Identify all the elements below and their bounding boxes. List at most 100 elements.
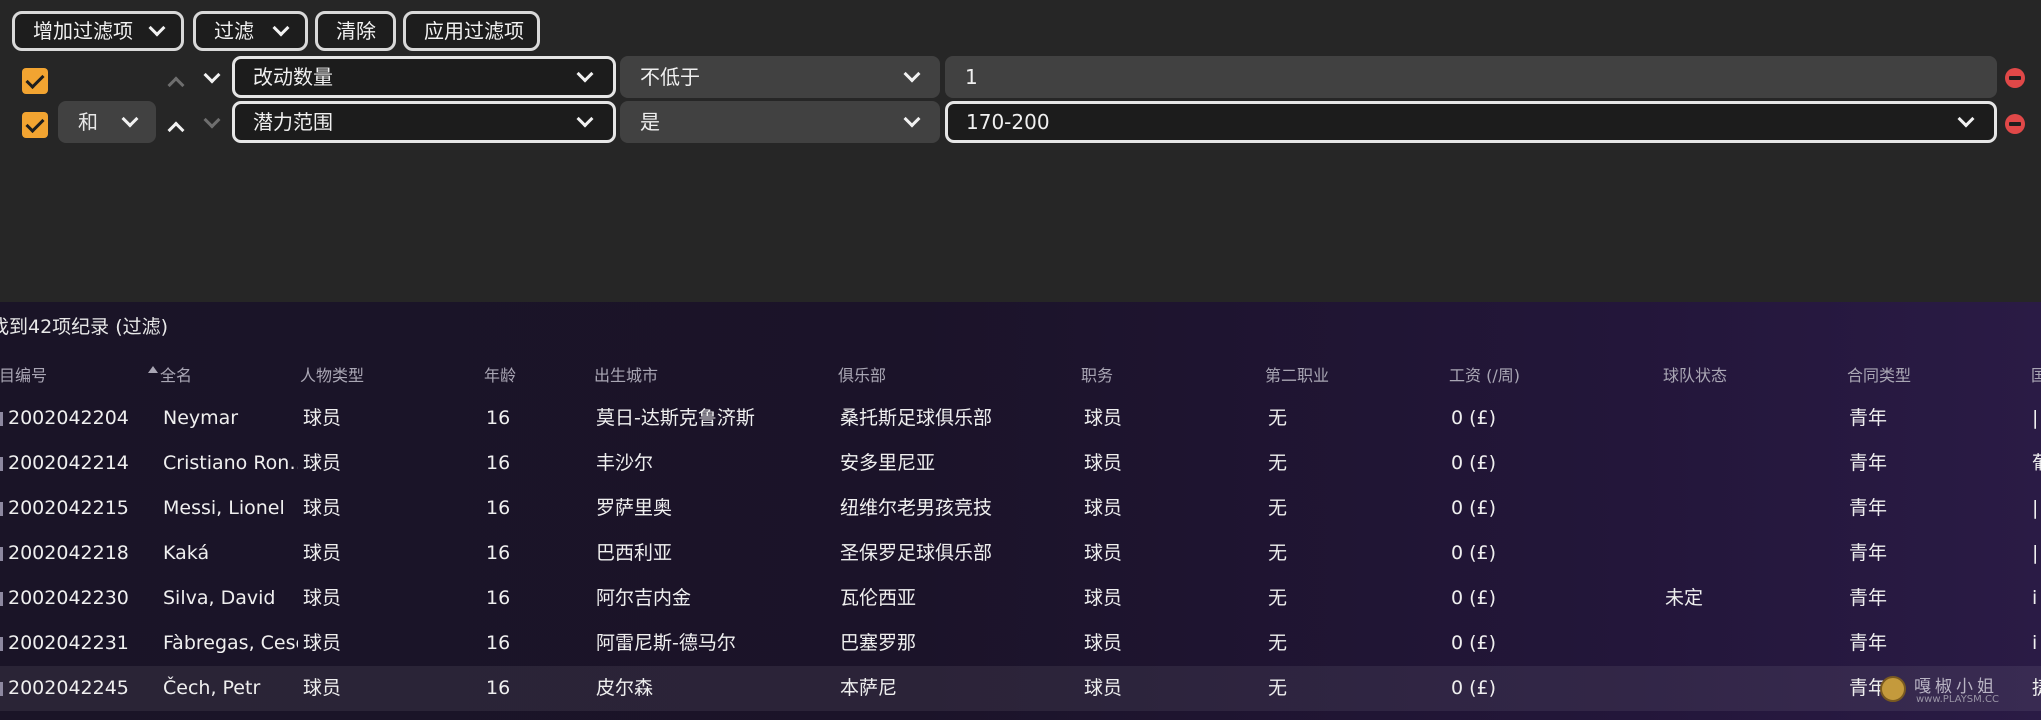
cell-name[interactable]: Fàbregas, Cesc (163, 621, 298, 666)
logic-operator-value: 和 (78, 110, 98, 134)
cell-club[interactable]: 圣保罗足球俱乐部 (840, 531, 992, 576)
cell-role: 球员 (1084, 452, 1123, 474)
cell-city: 莫日-达斯克鲁济斯 (596, 407, 755, 429)
filter-field-select[interactable]: 改动数量 (232, 56, 616, 98)
row-marker (0, 637, 3, 651)
column-header-name[interactable]: 全名 (160, 362, 192, 386)
cell-age: 16 (486, 677, 511, 699)
cell-type: 球员 (303, 632, 342, 654)
filter-mode-label: 过滤 (214, 19, 254, 43)
cell-nation: | (2032, 542, 2039, 564)
table-row[interactable]: 2002042215 Messi, Lionel 球员 16 罗萨里奥 纽维尔老… (0, 486, 2041, 531)
cell-club[interactable]: 巴塞罗那 (840, 621, 916, 666)
column-header-nation[interactable]: 国 (2031, 362, 2041, 386)
column-header-type[interactable]: 人物类型 (300, 362, 364, 386)
chevron-down-icon (903, 110, 921, 128)
filter-operator-select[interactable]: 是 (620, 101, 940, 143)
add-filter-button[interactable]: 增加过滤项 (12, 11, 184, 51)
cell-second: 无 (1268, 542, 1288, 564)
chevron-down-icon (203, 111, 221, 129)
cell-id: 2002042231 (8, 632, 129, 654)
cell-contract: 青年 (1849, 452, 1888, 474)
cell-nation: | (2032, 407, 2039, 429)
cell-club[interactable]: 本萨尼 (840, 666, 897, 711)
logic-operator-select[interactable]: 和 (58, 101, 156, 143)
table-row[interactable]: 2002042231 Fàbregas, Cesc 球员 16 阿雷尼斯-德马尔… (0, 621, 2041, 666)
cell-type: 球员 (303, 452, 342, 474)
column-header-contract[interactable]: 合同类型 (1847, 362, 1911, 386)
cell-name[interactable]: Messi, Lionel (163, 486, 298, 531)
cell-role: 球员 (1084, 497, 1123, 519)
add-filter-label: 增加过滤项 (33, 19, 133, 43)
chevron-down-icon (121, 110, 139, 128)
cell-wage: 0 (£) (1451, 407, 1497, 429)
remove-filter-button[interactable] (2005, 114, 2025, 134)
table-row[interactable]: 2002042214 Cristiano Ron… 球员 16 丰沙尔 安多里尼… (0, 441, 2041, 486)
cell-type: 球员 (303, 677, 342, 699)
cell-name[interactable]: Kaká (163, 531, 298, 576)
watermark: 嘎椒小姐 www.PLAYSM.CC (1880, 672, 2030, 712)
filter-value-input[interactable]: 1 (945, 56, 1997, 98)
cell-role: 球员 (1084, 587, 1123, 609)
column-header-id[interactable]: 目编号 (0, 362, 47, 386)
cell-city: 丰沙尔 (596, 452, 654, 474)
cell-id: 2002042230 (8, 587, 129, 609)
move-up-button[interactable] (164, 115, 188, 139)
cell-id: 2002042218 (8, 542, 129, 564)
cell-nation: | (2032, 497, 2039, 519)
filter-operator-select[interactable]: 不低于 (620, 56, 940, 98)
cell-second: 无 (1268, 407, 1288, 429)
column-header-role[interactable]: 职务 (1081, 362, 1113, 386)
move-down-button[interactable] (200, 66, 224, 90)
table-row-partial[interactable] (0, 711, 2041, 720)
chevron-down-icon (903, 65, 921, 83)
row-marker (0, 502, 3, 516)
cell-city: 罗萨里奥 (596, 497, 673, 519)
column-header-status[interactable]: 球队状态 (1663, 362, 1727, 386)
cell-role: 球员 (1084, 407, 1123, 429)
cell-club[interactable]: 桑托斯足球俱乐部 (840, 396, 992, 441)
apply-filter-button[interactable]: 应用过滤项 (403, 11, 540, 51)
cell-club[interactable]: 安多里尼亚 (840, 441, 935, 486)
column-header-club[interactable]: 俱乐部 (838, 362, 886, 386)
move-up-button[interactable] (164, 70, 188, 94)
cell-name[interactable]: Neymar (163, 396, 298, 441)
table-row-highlighted[interactable]: 2002042245 Čech, Petr 球员 16 皮尔森 本萨尼 球员 无… (0, 666, 2041, 711)
cell-age: 16 (486, 587, 511, 609)
chevron-down-icon (203, 66, 221, 84)
remove-filter-button[interactable] (2005, 68, 2025, 88)
filter-enabled-checkbox[interactable] (22, 112, 48, 138)
chevron-up-icon (167, 76, 185, 94)
watermark-logo-icon (1880, 676, 1906, 702)
cell-nation: 捷 (2032, 666, 2041, 711)
cell-second: 无 (1268, 497, 1288, 519)
results-panel: 找到42项纪录 (过滤) 目编号 全名 人物类型 年龄 出生城市 俱乐部 职务 … (0, 302, 2041, 720)
cell-status: 未定 (1665, 587, 1704, 609)
column-header-wage[interactable]: 工资 (/周) (1449, 362, 1520, 386)
cell-id: 2002042214 (8, 452, 129, 474)
cell-club[interactable]: 纽维尔老男孩竞技 (840, 486, 992, 531)
table-row[interactable]: 2002042218 Kaká 球员 16 巴西利亚 圣保罗足球俱乐部 球员 无… (0, 531, 2041, 576)
move-down-button[interactable] (200, 111, 224, 135)
row-marker (0, 592, 3, 606)
filter-enabled-checkbox[interactable] (22, 68, 48, 94)
cell-second: 无 (1268, 677, 1288, 699)
cell-name[interactable]: Cristiano Ron… (163, 441, 298, 486)
cell-wage: 0 (£) (1451, 542, 1497, 564)
table-row[interactable]: 2002042230 Silva, David 球员 16 阿尔吉内金 瓦伦西亚… (0, 576, 2041, 621)
cell-city: 巴西利亚 (596, 542, 673, 564)
cell-club[interactable]: 瓦伦西亚 (840, 576, 916, 621)
filter-value-select[interactable]: 170-200 (945, 101, 1997, 143)
column-header-city[interactable]: 出生城市 (594, 362, 658, 386)
filter-mode-button[interactable]: 过滤 (193, 11, 308, 51)
filter-field-select[interactable]: 潜力范围 (232, 101, 616, 143)
table-row[interactable]: 2002042204 Neymar 球员 16 莫日-达斯克鲁济斯 桑托斯足球俱… (0, 396, 2041, 441)
column-header-age[interactable]: 年龄 (484, 362, 516, 386)
cell-name[interactable]: Čech, Petr (163, 666, 298, 711)
cell-contract: 青年 (1849, 587, 1888, 609)
column-header-second[interactable]: 第二职业 (1265, 362, 1329, 386)
row-marker (0, 412, 3, 426)
cell-age: 16 (486, 452, 511, 474)
cell-name[interactable]: Silva, David (163, 576, 298, 621)
clear-button[interactable]: 清除 (315, 11, 396, 51)
